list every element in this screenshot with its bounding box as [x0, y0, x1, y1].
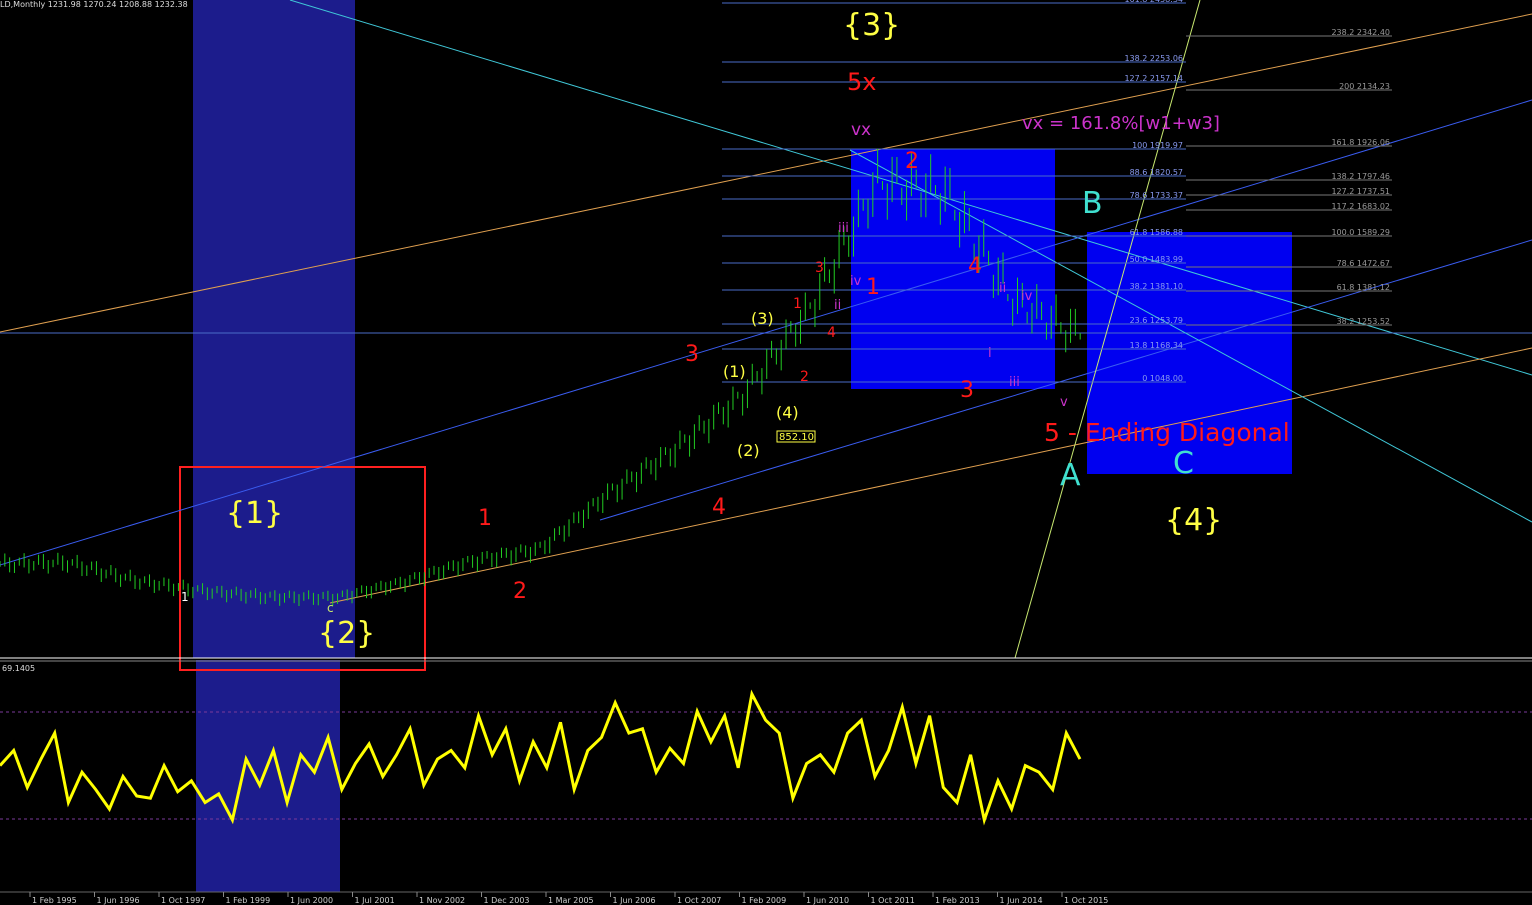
wave-A-label: A — [1060, 458, 1081, 493]
fib-label-left-10: 13.8 1168.34 — [1130, 341, 1183, 350]
x-axis: 1 Feb 1995 1 Jun 1996 1 Oct 1997 1 Feb 1999… — [29, 892, 1108, 905]
red-wave-3: 4 — [712, 495, 726, 520]
x-tick-label-11: 1 Feb 2009 — [742, 896, 787, 905]
roman-wave-5: iv — [1021, 289, 1033, 304]
wave-vx-label: vx — [851, 120, 871, 140]
wave-B-label: B — [1082, 186, 1103, 221]
fib-label-right-5: 117.2 1683.02 — [1331, 202, 1390, 211]
fib-label-left-7: 50.0 1483.99 — [1130, 255, 1183, 264]
fib-label-left-8: 38.2 1381.10 — [1130, 282, 1183, 291]
fib-label-left-6: 61.8 1586.88 — [1130, 228, 1183, 237]
fib-label-right-0: 238.2 2342.40 — [1331, 28, 1390, 37]
wave-3-label: {3} — [843, 8, 900, 43]
oscillator-line — [0, 689, 1082, 826]
paren-wave-1: (2) — [737, 441, 760, 460]
navy-band-lower — [196, 660, 340, 892]
oscillator-value: 69.1405 — [2, 664, 35, 673]
roman-wave-6: iii — [1009, 375, 1020, 390]
small-c-label: c — [327, 601, 334, 615]
fib-label-left-9: 23.6 1253.79 — [1130, 316, 1183, 325]
vx-formula: vx = 161.8%[w1+w3] — [1022, 113, 1220, 134]
chart-canvas: LD,Monthly 1231.98 1270.24 1208.88 1232.… — [0, 0, 1532, 905]
red-wave-7: 4 — [968, 254, 982, 279]
roman-wave-0: iii — [838, 221, 849, 236]
red-wave-2: 3 — [685, 342, 699, 367]
x-tick-label-3: 1 Feb 1999 — [226, 896, 271, 905]
roman-wave-7: v — [1060, 395, 1068, 410]
red-wave-10: 3 — [815, 260, 824, 276]
fib-label-right-8: 61.8 1381.12 — [1337, 283, 1390, 292]
x-tick-label-12: 1 Jun 2010 — [806, 896, 849, 905]
fib-label-left-3: 100 1919.97 — [1132, 141, 1183, 150]
wave-C-label: C — [1173, 446, 1194, 481]
roman-wave-4: ii — [999, 281, 1006, 296]
symbol-header: LD,Monthly 1231.98 1270.24 1208.88 1232.… — [0, 0, 188, 9]
fib-label-left-1: 138.2 2253.06 — [1124, 54, 1183, 63]
price-marker-852: 852.10 — [779, 432, 814, 443]
fib-lines — [722, 2, 1392, 383]
x-tick-label-14: 1 Feb 2013 — [935, 896, 980, 905]
fib-label-left-2: 127.2 2157.14 — [1124, 74, 1183, 83]
wave-5x-label: 5x — [847, 68, 876, 96]
x-tick-label-16: 1 Oct 2015 — [1064, 896, 1108, 905]
fib-label-right-2: 161.8 1926.06 — [1331, 138, 1390, 147]
ending-diagonal-label: 5 - Ending Diagonal — [1044, 418, 1290, 447]
red-wave-6: 3 — [960, 378, 974, 403]
x-tick-label-9: 1 Jun 2006 — [613, 896, 656, 905]
navy-band-upper — [193, 0, 355, 658]
x-tick-label-4: 1 Jun 2000 — [290, 896, 333, 905]
fib-label-right-6: 100.0 1589.29 — [1331, 228, 1390, 237]
fib-label-left-5: 78.6 1733.37 — [1130, 191, 1183, 200]
fib-label-right-7: 78.6 1472.67 — [1337, 259, 1390, 268]
fib-label-right-1: 200 2134.23 — [1339, 82, 1390, 91]
wave-4-label: {4} — [1165, 503, 1222, 538]
x-tick-label-0: 1 Feb 1995 — [32, 896, 77, 905]
x-tick-label-5: 1 Jul 2001 — [355, 896, 395, 905]
x-tick-label-2: 1 Oct 1997 — [161, 896, 205, 905]
fib-label-left-4: 88.6 1820.57 — [1130, 168, 1183, 177]
paren-wave-3: (4) — [776, 403, 799, 422]
x-tick-label-7: 1 Dec 2003 — [484, 896, 530, 905]
blue-box-left — [851, 149, 1055, 389]
red-wave-1: 2 — [513, 579, 527, 604]
fib-label-left-0: 161.8 2458.34 — [1124, 0, 1183, 4]
red-wave-5: 2 — [905, 149, 919, 174]
x-tick-label-6: 1 Nov 2002 — [419, 896, 465, 905]
red-wave-0: 1 — [478, 506, 492, 531]
fib-label-right-4: 127.2 1737.51 — [1331, 187, 1390, 196]
x-tick-label-10: 1 Oct 2007 — [677, 896, 721, 905]
x-tick-label-13: 1 Oct 2011 — [871, 896, 915, 905]
red-wave-8: 1 — [793, 296, 802, 312]
x-tick-label-1: 1 Jun 1996 — [97, 896, 140, 905]
paren-wave-0: (1) — [723, 362, 746, 381]
roman-wave-2: ii — [834, 298, 841, 313]
roman-wave-3: i — [988, 346, 992, 361]
red-wave-11: 4 — [827, 325, 836, 341]
x-tick-label-15: 1 Jun 2014 — [1000, 896, 1043, 905]
red-wave-4: 1 — [866, 275, 880, 300]
fib-label-right-9: 38.2 1253.52 — [1337, 317, 1390, 326]
wave-2-label: {2} — [318, 616, 375, 651]
x-tick-label-8: 1 Mar 2005 — [548, 896, 594, 905]
wave-1-label: {1} — [226, 496, 283, 531]
fib-label-right-3: 138.2 1797.46 — [1331, 172, 1390, 181]
paren-wave-2: (3) — [751, 309, 774, 328]
red-wave-9: 2 — [800, 369, 809, 385]
fib-label-left-11: 0 1048.00 — [1142, 374, 1183, 383]
small-1-label: 1 — [181, 590, 189, 604]
roman-wave-1: iv — [850, 274, 862, 289]
